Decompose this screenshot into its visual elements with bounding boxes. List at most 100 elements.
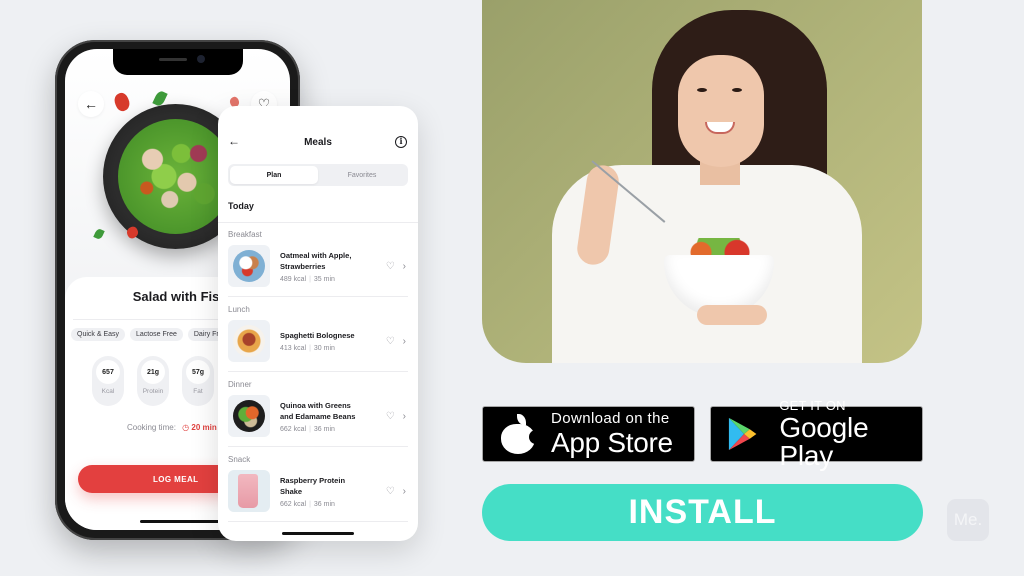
meals-header: ← Meals i — [218, 134, 418, 154]
meal-section-breakfast: Breakfast Oatmeal with Apple, Strawberri… — [228, 230, 408, 305]
meal-time: 30 min — [313, 345, 335, 352]
oatmeal-image — [233, 250, 265, 282]
arrow-left-icon: ← — [84, 96, 98, 112]
meal-info: Oatmeal with Apple, Strawberries 489 kca… — [280, 250, 386, 283]
meal-thumbnail — [228, 245, 270, 287]
photo-face — [678, 55, 764, 167]
heart-icon[interactable]: ♡ — [386, 261, 395, 272]
meal-meta: 413 kcal | 30 min — [280, 345, 335, 352]
speaker — [158, 58, 187, 61]
app-store-text: Download on the App Store — [551, 411, 673, 457]
meal-kcal: 413 kcal — [280, 345, 307, 352]
meal-time: 35 min — [313, 275, 335, 283]
section-label: Dinner — [228, 380, 252, 389]
meal-kcal: 662 kcal — [280, 425, 307, 433]
google-play-text: GET IT ON Google Play — [779, 399, 922, 470]
app-store-big-text: App Store — [551, 427, 673, 458]
quinoa-image — [233, 400, 265, 432]
meal-info: Quinoa with Greens and Edamame Beans 662… — [280, 400, 386, 433]
meal-name: Oatmeal with Apple, Strawberries — [280, 250, 386, 272]
meal-name-line: Raspberry Protein — [280, 475, 346, 485]
divider — [228, 296, 408, 297]
phone-notch — [112, 49, 243, 75]
clock-icon: ◷ — [182, 423, 190, 432]
meal-name-line: Shake — [280, 486, 303, 496]
home-indicator — [140, 520, 220, 523]
meal-name-line: Spaghetti Bolognese — [280, 331, 355, 340]
meal-row[interactable]: Spaghetti Bolognese 413 kcal | 30 min ♡ › — [228, 319, 408, 363]
divider — [228, 521, 408, 522]
chevron-right-icon[interactable]: › — [403, 411, 406, 422]
meals-title: Meals — [304, 137, 332, 148]
app-store-small-text: Download on the — [551, 410, 670, 427]
nutrient-value: 57g — [186, 360, 210, 384]
chevron-right-icon[interactable]: › — [403, 261, 406, 272]
tag[interactable]: Lactose Free — [130, 328, 183, 341]
app-store-badge[interactable]: Download on the App Store — [482, 406, 695, 462]
meal-section-lunch: Lunch Spaghetti Bolognese 413 kcal | 30 mi… — [228, 305, 408, 380]
section-label: Breakfast — [228, 230, 262, 239]
brand-logo: Me. — [947, 499, 989, 541]
recipe-tags: Quick & Easy Lactose Free Dairy Free — [71, 328, 233, 341]
section-label: Lunch — [228, 305, 250, 314]
back-button[interactable]: ← — [78, 91, 104, 117]
leaf-garnish — [93, 227, 105, 241]
meal-kcal: 489 kcal — [280, 275, 307, 283]
apple-icon — [501, 414, 543, 454]
install-button[interactable]: INSTALL — [482, 484, 923, 541]
meal-info: Spaghetti Bolognese 413 kcal | 30 min — [280, 330, 386, 352]
meal-name: Raspberry Protein Shake — [280, 475, 386, 497]
nutrient-label: Kcal — [101, 388, 115, 395]
divider — [218, 222, 418, 223]
tag[interactable]: Quick & Easy — [71, 328, 126, 341]
hero-photo-woman-eating-salad — [482, 0, 922, 363]
cooking-time: Cooking time: ◷ 20 min — [127, 423, 217, 432]
chevron-right-icon[interactable]: › — [403, 486, 406, 497]
meal-name: Spaghetti Bolognese — [280, 330, 386, 341]
tab-favorites[interactable]: Favorites — [318, 166, 406, 184]
nutrient-protein: 21g Protein — [137, 356, 169, 406]
nutrient-label: Protein — [142, 388, 164, 395]
meal-name-line: Oatmeal with Apple, — [280, 250, 352, 260]
meal-name-line: and Edamame Beans — [280, 411, 356, 421]
meal-meta: 662 kcal | 36 min — [280, 500, 335, 508]
front-camera — [196, 55, 205, 63]
meal-time: 36 min — [313, 425, 335, 433]
photo-hand — [697, 305, 767, 325]
divider — [228, 446, 408, 447]
section-label: Snack — [228, 455, 251, 464]
day-label: Today — [228, 201, 254, 211]
cooking-time-text: 20 min — [191, 423, 217, 432]
tab-plan[interactable]: Plan — [230, 166, 318, 184]
meals-screen: ← Meals i Plan Favorites Today Breakfast… — [218, 106, 418, 541]
info-icon[interactable]: i — [395, 136, 407, 148]
meal-row[interactable]: Raspberry Protein Shake 662 kcal | 36 min … — [228, 469, 408, 513]
nutrient-fat: 57g Fat — [182, 356, 214, 406]
spaghetti-image — [233, 325, 265, 357]
nutrient-list: 657 Kcal 21g Protein 57g Fat — [92, 356, 214, 406]
heart-icon[interactable]: ♡ — [386, 486, 395, 497]
heart-icon[interactable]: ♡ — [386, 411, 395, 422]
meal-meta: 489 kcal | 35 min — [280, 275, 335, 283]
heart-icon[interactable]: ♡ — [386, 336, 395, 347]
nutrient-label: Fat — [193, 388, 203, 395]
google-play-big-text: Google Play — [779, 411, 869, 471]
google-play-small-text: GET IT ON — [779, 397, 846, 413]
nutrient-value: 21g — [141, 360, 165, 384]
cooking-time-label: Cooking time: — [127, 423, 176, 432]
nutrient-value: 657 — [96, 360, 120, 384]
meal-row[interactable]: Oatmeal with Apple, Strawberries 489 kca… — [228, 244, 408, 288]
meal-meta: 662 kcal | 36 min — [280, 425, 335, 433]
meal-actions: ♡ › — [386, 261, 406, 272]
home-indicator — [282, 532, 354, 535]
meal-thumbnail — [228, 395, 270, 437]
chevron-right-icon[interactable]: › — [403, 336, 406, 347]
cooking-time-value: ◷ 20 min — [182, 423, 217, 432]
meal-actions: ♡ › — [386, 486, 406, 497]
meal-actions: ♡ › — [386, 411, 406, 422]
photo-eye — [697, 88, 707, 92]
meal-kcal: 662 kcal — [280, 500, 307, 508]
google-play-badge[interactable]: GET IT ON Google Play — [710, 399, 923, 469]
meal-row[interactable]: Quinoa with Greens and Edamame Beans 662… — [228, 394, 408, 438]
meal-name: Quinoa with Greens and Edamame Beans — [280, 400, 386, 422]
